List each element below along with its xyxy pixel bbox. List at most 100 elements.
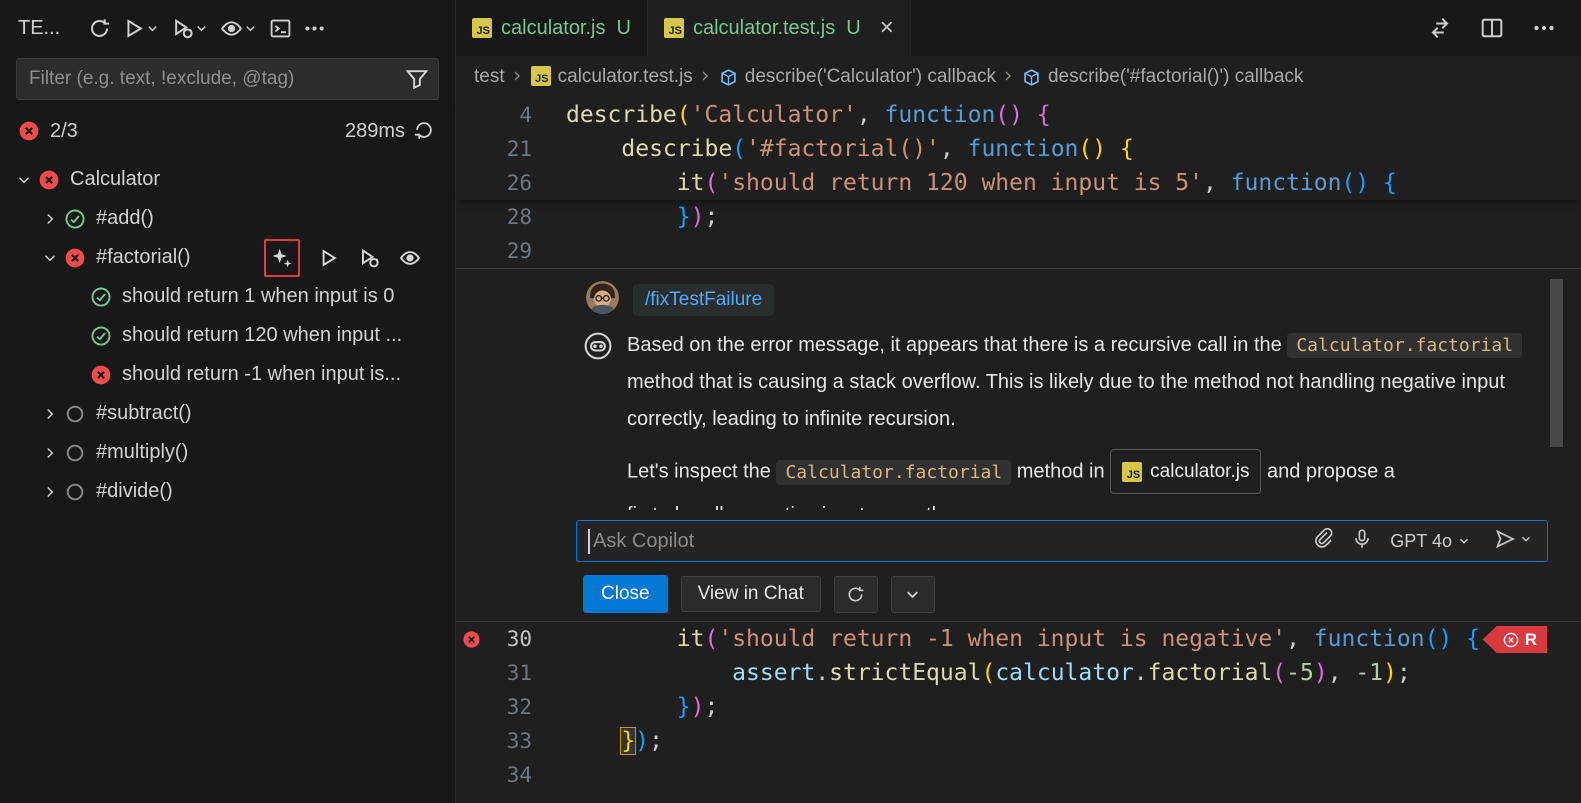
code-line-32[interactable]: 32 });: [456, 690, 1581, 724]
send-icon[interactable]: [1494, 528, 1516, 555]
line-number: 26: [486, 166, 532, 200]
filter-icon[interactable]: [405, 67, 429, 91]
code-text: });: [532, 690, 718, 724]
watch-tests-dropdown[interactable]: [241, 11, 259, 45]
code-text: it('should return -1 when input is negat…: [532, 622, 1480, 656]
chevron-right-icon[interactable]: [38, 442, 62, 464]
code-below-chat: 30 it('should return -1 when input is ne…: [456, 622, 1581, 792]
line-number: 30: [486, 622, 532, 656]
tree-item-should-return-120-when-input[interactable]: should return 120 when input ...: [0, 316, 455, 355]
test-unset-icon: [64, 403, 86, 425]
tree-item-divide[interactable]: #divide(): [0, 472, 455, 511]
code-text: assert.strictEqual(calculator.factorial(…: [532, 656, 1411, 690]
code-text: describe('Calculator', function() {: [532, 98, 1051, 132]
code-text: it('should return 120 when input is 5', …: [532, 166, 1397, 200]
chevron-down-icon[interactable]: [38, 247, 62, 269]
glyph-margin: [456, 200, 486, 234]
test-filter: [16, 58, 439, 100]
watch-test-button[interactable]: [397, 245, 423, 271]
editor-more-actions-icon[interactable]: [1527, 11, 1561, 45]
code-line-26[interactable]: 26 it('should return 120 when input is 5…: [456, 166, 1581, 200]
run-tests-dropdown[interactable]: [143, 11, 161, 45]
symbol-icon: [1022, 68, 1041, 87]
code-line-33[interactable]: 33 });: [456, 724, 1581, 758]
testing-more-actions-button[interactable]: [297, 11, 331, 45]
tree-item-subtract[interactable]: #subtract(): [0, 394, 455, 433]
glyph-margin: [456, 98, 486, 132]
tree-item-should-return-1-when-input-is-0[interactable]: should return 1 when input is 0: [0, 277, 455, 316]
code-text: [532, 234, 566, 268]
test-unset-icon: [64, 481, 86, 503]
line-number: 4: [486, 98, 532, 132]
chevron-right-icon[interactable]: [38, 481, 62, 503]
tree-item-multiply[interactable]: #multiply(): [0, 433, 455, 472]
glyph-margin: [456, 724, 486, 758]
text-cursor: [588, 529, 590, 554]
code-line-29[interactable]: 29: [456, 234, 1581, 268]
view-in-chat-button[interactable]: View in Chat: [681, 576, 821, 612]
test-filter-input[interactable]: [16, 58, 439, 100]
tab-calculator-test-js[interactable]: JScalculator.test.jsU×: [648, 0, 911, 56]
tests-duration: 289ms: [345, 120, 405, 143]
debug-tests-dropdown[interactable]: [192, 11, 210, 45]
split-editor-icon[interactable]: [1475, 11, 1509, 45]
model-picker[interactable]: GPT 4o: [1390, 531, 1471, 552]
tab-label: calculator.test.js: [693, 17, 835, 40]
test-unset-icon: [64, 442, 86, 464]
mic-icon[interactable]: [1351, 528, 1373, 555]
code-text: });: [532, 724, 663, 758]
breadcrumb-item[interactable]: test: [474, 66, 505, 88]
send-dropdown-icon[interactable]: [1519, 532, 1533, 551]
tree-item-factorial[interactable]: #factorial(): [0, 238, 455, 277]
test-label: should return 120 when input ...: [122, 324, 402, 347]
debug-test-button[interactable]: [356, 245, 382, 271]
test-label: #subtract(): [96, 402, 192, 425]
chevron-right-icon[interactable]: [38, 403, 62, 425]
code-line-34[interactable]: 34: [456, 758, 1581, 792]
tree-item-add[interactable]: #add(): [0, 199, 455, 238]
rerun-last-icon[interactable]: [413, 119, 437, 143]
test-fail-icon: [64, 247, 86, 269]
ask-copilot-input[interactable]: [577, 530, 1312, 553]
symbol-icon: [719, 68, 738, 87]
inline-code-chip: Calculator.factorial: [1287, 333, 1522, 358]
chat-more-dropdown-button[interactable]: [891, 576, 935, 613]
code-line-4[interactable]: 4describe('Calculator', function() {: [456, 98, 1581, 132]
js-file-icon: JS: [664, 17, 684, 40]
close-button[interactable]: Close: [583, 575, 668, 613]
chevron-down-icon[interactable]: [12, 169, 36, 191]
file-reference-chip[interactable]: JScalculator.js: [1110, 449, 1261, 494]
breadcrumb-item[interactable]: describe('#factorial()') callback: [1022, 66, 1303, 88]
chat-message: Let's inspect the Calculator.factorial m…: [627, 449, 1532, 494]
chevron-right-icon[interactable]: [38, 208, 62, 230]
glyph-margin: [456, 234, 486, 268]
close-icon[interactable]: ×: [880, 16, 894, 40]
refresh-tests-button[interactable]: [82, 11, 116, 45]
run-test-button[interactable]: [315, 245, 341, 271]
test-label: #multiply(): [96, 441, 188, 464]
tab-calculator-js[interactable]: JScalculator.jsU: [456, 0, 648, 56]
breadcrumb-item[interactable]: JScalculator.test.js: [531, 66, 693, 88]
code-line-30[interactable]: 30 it('should return -1 when input is ne…: [456, 622, 1581, 656]
attach-context-icon[interactable]: [1312, 528, 1334, 555]
test-label: #factorial(): [96, 246, 190, 269]
chat-scrollbar[interactable]: [1550, 279, 1563, 447]
fix-test-failure-sparkle-button[interactable]: [264, 239, 300, 277]
show-output-button[interactable]: [263, 11, 297, 45]
breadcrumb-item[interactable]: describe('Calculator') callback: [719, 66, 996, 88]
rerun-request-button[interactable]: [834, 576, 878, 613]
code-line-21[interactable]: 21 describe('#factorial()', function() {: [456, 132, 1581, 166]
js-file-icon: JS: [531, 66, 551, 88]
test-label: #add(): [96, 207, 154, 230]
test-tree: Calculator #add() #factorial() should retur…: [0, 160, 455, 511]
open-changes-icon[interactable]: [1423, 11, 1457, 45]
copilot-icon: [583, 331, 613, 361]
code-line-28[interactable]: 28 });: [456, 200, 1581, 234]
chevron-right-icon: [1000, 68, 1018, 86]
test-failure-flag[interactable]: R: [1483, 626, 1547, 653]
tree-item-calculator[interactable]: Calculator: [0, 160, 455, 199]
code-line-31[interactable]: 31 assert.strictEqual(calculator.factori…: [456, 656, 1581, 690]
test-error-gutter-icon[interactable]: [456, 622, 486, 656]
test-label: should return -1 when input is...: [122, 363, 401, 386]
tree-item-should-return-1-when-input-is[interactable]: should return -1 when input is...: [0, 355, 455, 394]
